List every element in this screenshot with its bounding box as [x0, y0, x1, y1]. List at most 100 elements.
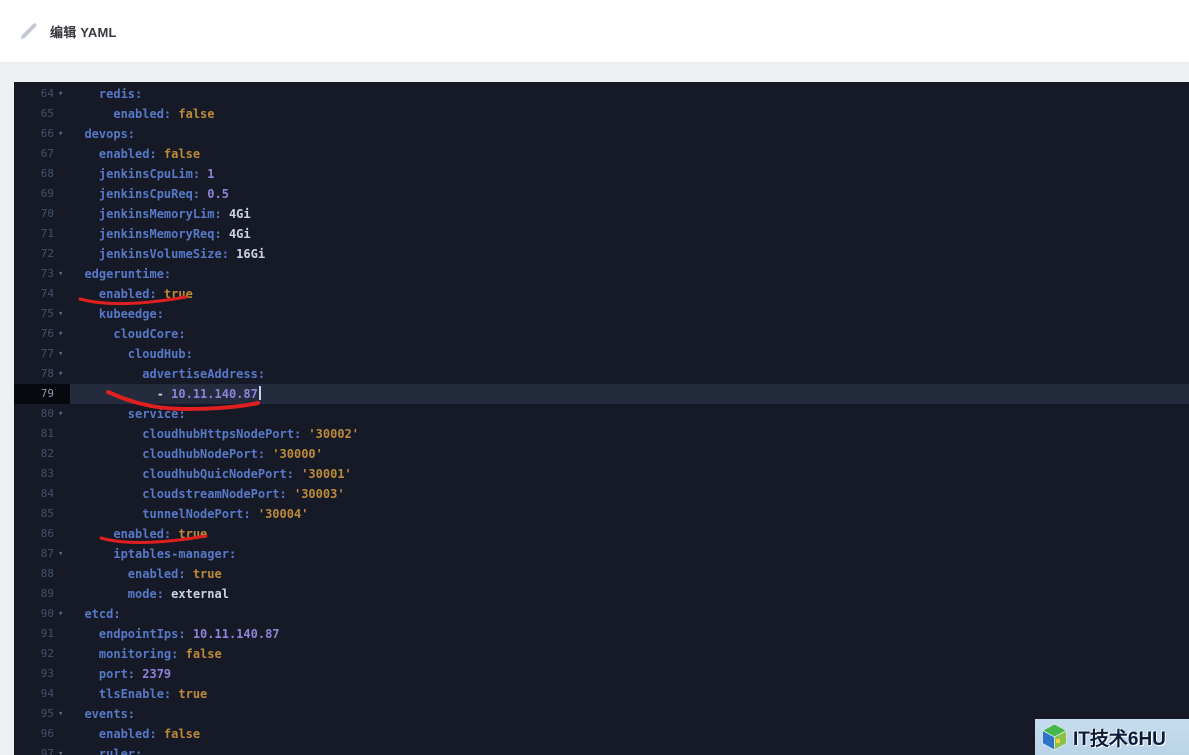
code-line[interactable]: 93 port: 2379	[14, 664, 1189, 684]
code-line[interactable]: 72 jenkinsVolumeSize: 16Gi	[14, 244, 1189, 264]
text-cursor	[258, 386, 261, 400]
code-text: iptables-manager:	[113, 547, 237, 561]
code-line[interactable]: 87 ▾ iptables-manager:	[14, 544, 1189, 564]
code-text: cloudhubHttpsNodePort: '30002'	[142, 427, 359, 441]
pencil-icon	[16, 18, 42, 44]
code-line[interactable]: 83 cloudhubQuicNodePort: '30001'	[14, 464, 1189, 484]
line-number: 67	[40, 147, 54, 160]
fold-arrow-icon[interactable]: ▾	[58, 304, 70, 324]
fold-arrow-icon[interactable]: ▾	[58, 124, 70, 144]
gutter: 84	[14, 484, 70, 504]
code-line[interactable]: 67 enabled: false	[14, 144, 1189, 164]
gutter: 67	[14, 144, 70, 164]
code-line[interactable]: 75 ▾ kubeedge:	[14, 304, 1189, 324]
code-text: ruler:	[98, 747, 143, 755]
code-line[interactable]: 74 enabled: true	[14, 284, 1189, 304]
code-text: redis:	[98, 87, 143, 101]
gutter: 68	[14, 164, 70, 184]
code-line[interactable]: 66 ▾ devops:	[14, 124, 1189, 144]
code-text: enabled: false	[98, 727, 201, 741]
gutter: 71	[14, 224, 70, 244]
line-number: 66	[40, 127, 54, 140]
fold-arrow-icon[interactable]: ▾	[58, 324, 70, 344]
code-line[interactable]: 85 tunnelNodePort: '30004'	[14, 504, 1189, 524]
fold-arrow-icon[interactable]: ▾	[58, 704, 70, 724]
code-line[interactable]: 70 jenkinsMemoryLim: 4Gi	[14, 204, 1189, 224]
watermark-text: IT技术6HU	[1073, 728, 1166, 750]
code-line[interactable]: 94 tlsEnable: true	[14, 684, 1189, 704]
line-number: 77	[40, 347, 54, 360]
code-text: etcd:	[84, 607, 121, 621]
code-text: enabled: true	[98, 287, 193, 301]
line-number: 68	[40, 167, 54, 180]
fold-arrow-icon[interactable]: ▾	[58, 84, 70, 104]
line-number: 84	[40, 487, 54, 500]
code-line[interactable]: 86 enabled: true	[14, 524, 1189, 544]
line-number: 89	[40, 587, 54, 600]
line-number: 85	[40, 507, 54, 520]
fold-arrow-icon[interactable]: ▾	[58, 404, 70, 424]
code-line[interactable]: 90 ▾ etcd:	[14, 604, 1189, 624]
gutter: 77 ▾	[14, 344, 70, 364]
code-line[interactable]: 76 ▾ cloudCore:	[14, 324, 1189, 344]
line-number: 95	[40, 707, 54, 720]
line-number: 97	[40, 747, 54, 755]
code-line[interactable]: 88 enabled: true	[14, 564, 1189, 584]
fold-arrow-icon[interactable]: ▾	[58, 544, 70, 564]
code-line[interactable]: 82 cloudhubNodePort: '30000'	[14, 444, 1189, 464]
line-number: 78	[40, 367, 54, 380]
fold-arrow-icon[interactable]: ▾	[58, 364, 70, 384]
gutter: 97 ▾	[14, 744, 70, 755]
line-number: 72	[40, 247, 54, 260]
code-text: port: 2379	[98, 667, 172, 681]
code-text: cloudHub:	[127, 347, 193, 361]
code-line[interactable]: 65 enabled: false	[14, 104, 1189, 124]
line-number: 94	[40, 687, 54, 700]
gutter: 91	[14, 624, 70, 644]
code-line[interactable]: 91 endpointIps: 10.11.140.87	[14, 624, 1189, 644]
fold-arrow-icon[interactable]: ▾	[58, 604, 70, 624]
code-text: edgeruntime:	[84, 267, 172, 281]
code-text: cloudhubNodePort: '30000'	[142, 447, 323, 461]
fold-arrow-icon[interactable]: ▾	[58, 344, 70, 364]
code-line[interactable]: 64 ▾ redis:	[14, 84, 1189, 104]
code-text: - 10.11.140.87	[70, 384, 1189, 404]
line-number: 76	[40, 327, 54, 340]
line-number: 70	[40, 207, 54, 220]
code-text: jenkinsCpuReq: 0.5	[98, 187, 229, 201]
line-number: 71	[40, 227, 54, 240]
yaml-editor[interactable]: 64 ▾ redis: 65 enabled: false 66 ▾ devops: 67…	[14, 82, 1189, 755]
gutter: 73 ▾	[14, 264, 70, 284]
gutter: 96	[14, 724, 70, 744]
code-text: mode: external	[127, 587, 229, 601]
code-line[interactable]: 81 cloudhubHttpsNodePort: '30002'	[14, 424, 1189, 444]
code-line[interactable]: 79 - 10.11.140.87	[14, 384, 1189, 404]
code-line[interactable]: 77 ▾ cloudHub:	[14, 344, 1189, 364]
gutter: 93	[14, 664, 70, 684]
code-text: kubeedge:	[98, 307, 164, 321]
gutter: 74	[14, 284, 70, 304]
gutter: 70	[14, 204, 70, 224]
code-line[interactable]: 68 jenkinsCpuLim: 1	[14, 164, 1189, 184]
code-line[interactable]: 97 ▾ ruler:	[14, 744, 1189, 755]
code-text: enabled: false	[113, 107, 215, 121]
line-number: 69	[40, 187, 54, 200]
gutter: 83	[14, 464, 70, 484]
gutter: 89	[14, 584, 70, 604]
code-line[interactable]: 69 jenkinsCpuReq: 0.5	[14, 184, 1189, 204]
code-line[interactable]: 78 ▾ advertiseAddress:	[14, 364, 1189, 384]
code-line[interactable]: 95 ▾ events:	[14, 704, 1189, 724]
gutter: 81	[14, 424, 70, 444]
fold-arrow-icon[interactable]: ▾	[58, 264, 70, 284]
code-line[interactable]: 92 monitoring: false	[14, 644, 1189, 664]
gutter: 78 ▾	[14, 364, 70, 384]
line-number: 87	[40, 547, 54, 560]
code-line[interactable]: 73 ▾ edgeruntime:	[14, 264, 1189, 284]
code-lines: 64 ▾ redis: 65 enabled: false 66 ▾ devops: 67…	[14, 84, 1189, 755]
code-line[interactable]: 84 cloudstreamNodePort: '30003'	[14, 484, 1189, 504]
code-line[interactable]: 89 mode: external	[14, 584, 1189, 604]
code-line[interactable]: 96 enabled: false	[14, 724, 1189, 744]
code-line[interactable]: 71 jenkinsMemoryReq: 4Gi	[14, 224, 1189, 244]
code-line[interactable]: 80 ▾ service:	[14, 404, 1189, 424]
fold-arrow-icon[interactable]: ▾	[58, 744, 70, 755]
